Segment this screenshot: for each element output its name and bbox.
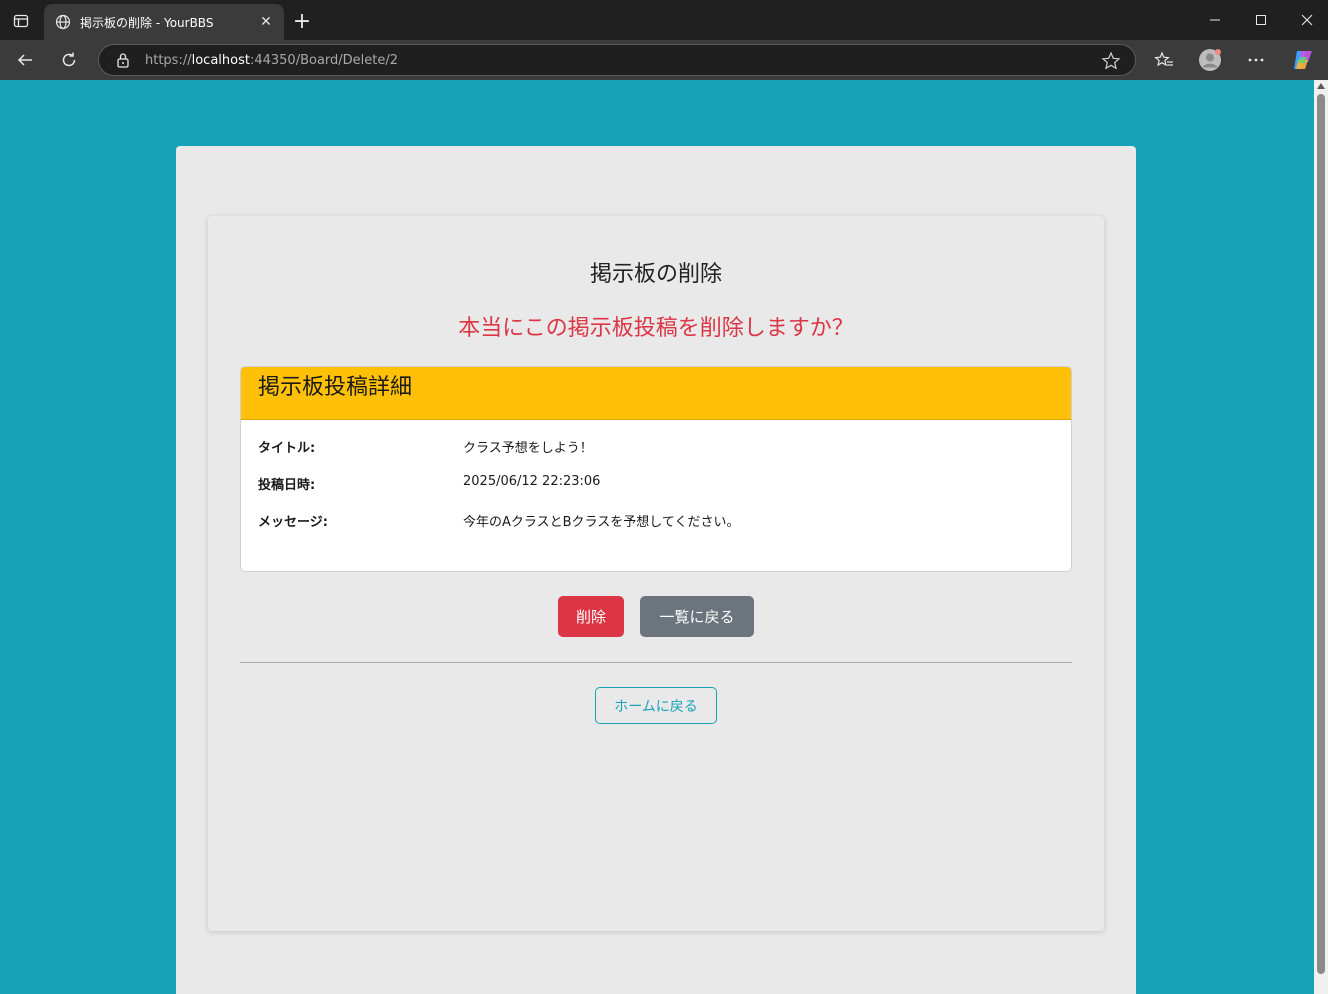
detail-row-message: メッセージ: 今年のAクラスとBクラスを予想してください。: [258, 511, 1058, 531]
post-detail-header: 掲示板投稿詳細: [241, 367, 1071, 420]
post-detail-card: 掲示板投稿詳細 タイトル: クラス予想をしよう！ 投稿日時: 2025/06/1…: [240, 366, 1072, 572]
back-to-home-button[interactable]: ホームに戻る: [595, 687, 717, 724]
post-detail-heading: 掲示板投稿詳細: [258, 375, 413, 400]
detail-value: クラス予想をしよう！: [463, 441, 593, 456]
favorites-icon[interactable]: [1149, 46, 1179, 74]
tab-title: 掲示板の削除 - YourBBS: [80, 15, 214, 30]
more-menu-icon[interactable]: [1241, 46, 1271, 74]
delete-button[interactable]: 削除: [558, 596, 624, 637]
lock-icon[interactable]: [113, 50, 133, 70]
scroll-up-arrow-icon[interactable]: [1317, 83, 1325, 89]
page-title: 掲示板の削除: [589, 262, 722, 287]
browser-toolbar: https://localhost:44350/Board/Delete/2: [0, 40, 1328, 80]
detail-value: 今年のAクラスとBクラスを予想してください。: [463, 515, 740, 530]
detail-label: タイトル:: [258, 441, 316, 456]
scroll-thumb[interactable]: [1317, 94, 1325, 974]
page-scrollbar[interactable]: [1314, 80, 1328, 994]
tab-actions-icon[interactable]: [8, 8, 34, 34]
copilot-icon[interactable]: [1288, 46, 1318, 74]
url-path: :44350/Board/Delete/2: [249, 52, 399, 68]
address-bar[interactable]: https://localhost:44350/Board/Delete/2: [98, 44, 1136, 76]
browser-tab[interactable]: 掲示板の削除 - YourBBS ✕: [44, 4, 284, 40]
back-arrow-icon[interactable]: [10, 46, 40, 74]
delete-confirm-text: 本当にこの掲示板投稿を削除しますか？: [458, 316, 854, 341]
browser-titlebar: 掲示板の削除 - YourBBS ✕ +: [0, 0, 1328, 40]
detail-row-posted-at: 投稿日時: 2025/06/12 22:23:06: [258, 474, 1058, 494]
globe-icon: [54, 13, 72, 31]
minimize-icon[interactable]: [1192, 0, 1238, 40]
delete-card: 掲示板の削除 本当にこの掲示板投稿を削除しますか？ 掲示板投稿詳細 タイトル: …: [208, 216, 1104, 931]
detail-label: 投稿日時:: [258, 478, 316, 493]
url-text: https://localhost:44350/Board/Delete/2: [145, 53, 398, 68]
maximize-icon[interactable]: [1238, 0, 1284, 40]
detail-value: 2025/06/12 22:23:06: [463, 474, 601, 489]
close-window-icon[interactable]: [1284, 0, 1328, 40]
url-host: localhost: [191, 52, 250, 68]
detail-row-title: タイトル: クラス予想をしよう！: [258, 437, 1058, 457]
profile-avatar-icon[interactable]: [1195, 46, 1225, 74]
close-tab-icon[interactable]: ✕: [258, 14, 274, 30]
url-prefix: https://: [145, 52, 192, 68]
new-tab-icon[interactable]: +: [290, 8, 314, 34]
refresh-icon[interactable]: [54, 46, 84, 74]
back-to-list-button[interactable]: 一覧に戻る: [640, 596, 754, 637]
detail-label: メッセージ:: [258, 515, 328, 530]
divider: [240, 662, 1072, 663]
favorite-star-icon[interactable]: [1101, 51, 1121, 71]
